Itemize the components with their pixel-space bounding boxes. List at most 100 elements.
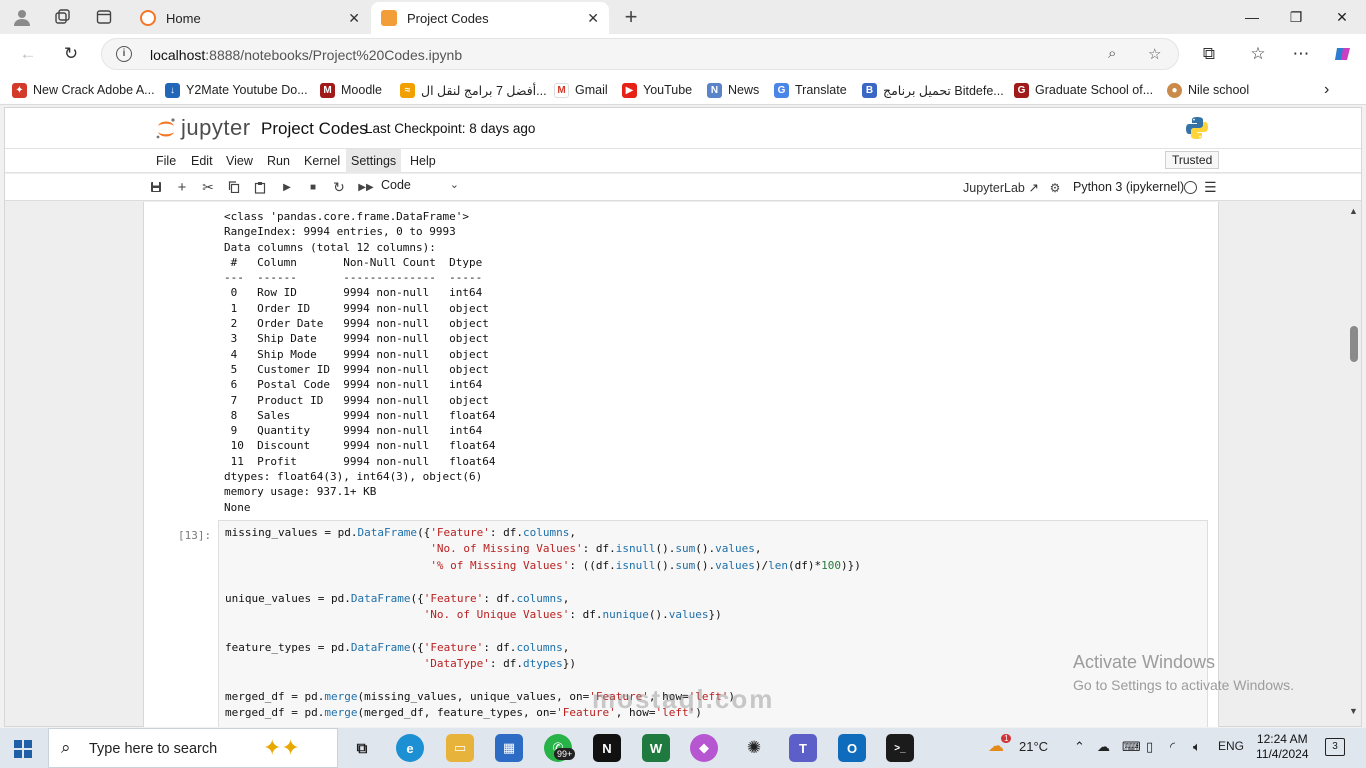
bookmark-item[interactable]: ● Nile school — [1167, 81, 1249, 99]
page-scrollbar[interactable]: ▲ ▼ — [1346, 202, 1362, 722]
terminal-icon[interactable]: >_ — [886, 734, 914, 762]
run-icon[interactable]: ▶ — [278, 178, 296, 196]
gear-icon[interactable]: ⚙ — [1046, 179, 1064, 197]
more-menu-icon[interactable]: ⋯ — [1288, 42, 1314, 66]
notebook-title[interactable]: Project Codes — [261, 119, 368, 139]
insert-cell-icon[interactable]: + — [173, 178, 191, 196]
notebook-content[interactable]: <class 'pandas.core.frame.DataFrame'> Ran… — [143, 202, 1219, 727]
favorites-icon[interactable]: ☆ — [1245, 42, 1271, 66]
favorite-star-icon[interactable]: ☆ — [1148, 45, 1161, 63]
graduate-school-icon: G — [1014, 82, 1029, 98]
chatgpt-icon[interactable]: ✺ — [740, 734, 768, 762]
file-explorer-icon[interactable]: ▭ — [446, 734, 474, 762]
teams-icon[interactable]: T — [789, 734, 817, 762]
notion-icon[interactable]: N — [593, 734, 621, 762]
tab-project-codes[interactable]: Project Codes ✕ — [371, 2, 609, 34]
battery-icon[interactable]: ▯ — [1146, 739, 1153, 755]
windows-start-icon[interactable] — [14, 740, 32, 758]
menu-settings[interactable]: Settings — [346, 149, 402, 173]
bookmark-item[interactable]: G Translate — [774, 81, 847, 99]
close-tab-icon[interactable]: ✕ — [587, 10, 599, 27]
activate-windows-watermark: Activate Windows Go to Settings to activ… — [1073, 652, 1294, 693]
search-highlight-icon: ✦✦ — [263, 735, 300, 760]
bookmark-item[interactable]: G Graduate School of... — [1014, 81, 1153, 99]
cell-type-select[interactable]: Code ⌄ — [381, 178, 463, 197]
output-line: 8 Sales 9994 non-null float64 — [224, 408, 496, 422]
outlook-icon[interactable]: O — [838, 734, 866, 762]
temperature[interactable]: 21°C — [1019, 739, 1048, 754]
close-tab-icon[interactable]: ✕ — [348, 10, 360, 27]
restart-icon[interactable]: ↻ — [330, 178, 348, 196]
copilot-icon[interactable] — [1330, 42, 1356, 66]
tab-home[interactable]: Home ✕ — [130, 2, 370, 34]
task-view-icon[interactable]: ⧉ — [348, 734, 376, 762]
menu-run[interactable]: Run — [262, 149, 295, 173]
menu-file[interactable]: File — [151, 149, 181, 173]
profile-icon[interactable] — [11, 6, 33, 28]
bookmark-item[interactable]: ▶ YouTube — [622, 81, 692, 99]
bookmark-item[interactable]: M Gmail — [554, 81, 608, 99]
interrupt-icon[interactable]: ■ — [304, 178, 322, 196]
paste-icon[interactable] — [251, 178, 269, 196]
scroll-down-icon[interactable]: ▼ — [1349, 706, 1358, 716]
stocks-app-icon[interactable]: W — [642, 734, 670, 762]
clock[interactable]: 12:24 AM 11/4/2024 — [1256, 732, 1309, 762]
taskbar-search[interactable]: ⌕ Type here to search ✦✦ — [48, 728, 338, 768]
input-method-icon[interactable]: ⌨ — [1122, 739, 1141, 755]
menu-help[interactable]: Help — [405, 149, 441, 173]
trusted-badge[interactable]: Trusted — [1165, 151, 1220, 169]
workspaces-icon[interactable] — [51, 6, 73, 28]
notification-center-icon[interactable]: 3 — [1325, 738, 1345, 756]
url-field[interactable]: i localhost:8888/notebooks/Project%20Cod… — [101, 38, 1179, 70]
bookmark-item[interactable]: N News — [707, 81, 759, 99]
code-line: 'DataType': df.dtypes}) — [423, 657, 577, 671]
translate-icon: G — [774, 82, 789, 98]
chevron-up-icon[interactable]: ⌃ — [1074, 739, 1085, 755]
bookmark-item[interactable]: ↓ Y2Mate Youtube Do... — [165, 81, 308, 99]
nile-school-icon: ● — [1167, 82, 1182, 98]
refresh-icon[interactable]: ↻ — [58, 42, 84, 66]
restart-run-all-icon[interactable]: ▶▶ — [357, 178, 375, 196]
wifi-icon[interactable]: ◜ — [1170, 739, 1175, 755]
jupyter-logo[interactable]: jupyter — [155, 115, 251, 143]
cut-icon[interactable]: ✂ — [199, 178, 217, 196]
extensions-icon[interactable]: ⧉ — [1196, 42, 1222, 66]
bookmark-item[interactable]: ✦ New Crack Adobe A... — [12, 81, 155, 99]
window-close-icon[interactable]: ✕ — [1330, 6, 1354, 28]
output-line: # Column Non-Null Count Dtype — [224, 255, 496, 269]
hamburger-menu-icon[interactable]: ☰ — [1204, 179, 1217, 196]
bookmarks-overflow-icon[interactable]: › — [1324, 81, 1329, 99]
code-line: '% of Missing Values': ((df.isnull().sum… — [430, 558, 861, 572]
bitdefender-icon: B — [862, 82, 877, 98]
restore-icon[interactable]: ❐ — [1284, 6, 1308, 28]
bookmark-item[interactable]: B تحميل برنامج Bitdefe... — [862, 81, 1004, 99]
activate-windows-subtitle: Go to Settings to activate Windows. — [1073, 677, 1294, 693]
notebook-favicon-icon — [381, 10, 397, 26]
jupyter-logo-text: jupyter — [181, 115, 251, 140]
kernel-name[interactable]: Python 3 (ipykernel) — [1073, 180, 1184, 194]
edge-browser-icon[interactable]: e — [396, 734, 424, 762]
new-tab-icon[interactable]: + — [620, 4, 642, 29]
bookmark-item[interactable]: M Moodle — [320, 81, 382, 99]
jupyterlab-link[interactable]: JupyterLab ↗ — [963, 180, 1039, 195]
menu-kernel[interactable]: Kernel — [299, 149, 345, 173]
site-info-icon[interactable]: i — [116, 46, 132, 62]
menu-view[interactable]: View — [221, 149, 258, 173]
onedrive-icon[interactable]: ☁ — [1097, 739, 1110, 755]
scrollbar-thumb[interactable] — [1350, 326, 1358, 362]
microsoft-store-icon[interactable]: ▦ — [495, 734, 523, 762]
zoom-icon[interactable]: ⌕ — [1108, 45, 1116, 62]
scroll-up-icon[interactable]: ▲ — [1349, 206, 1358, 216]
cell-prompt: [13]: — [178, 529, 212, 542]
minimize-icon[interactable]: — — [1240, 6, 1264, 28]
output-line: dtypes: float64(3), int64(3), object(6) — [224, 470, 483, 484]
volume-icon[interactable]: 🔈︎ — [1193, 739, 1201, 755]
save-icon[interactable] — [147, 178, 165, 196]
tab-actions-icon[interactable] — [93, 6, 115, 28]
language-indicator[interactable]: ENG — [1218, 739, 1244, 753]
back-icon[interactable]: ← — [15, 42, 41, 66]
menu-edit[interactable]: Edit — [186, 149, 218, 173]
bookmark-item[interactable]: ≈ أفضل 7 برامج لنقل ال... — [400, 81, 547, 99]
copy-icon[interactable] — [225, 178, 243, 196]
copilot-app-icon[interactable]: ◆ — [690, 734, 718, 762]
